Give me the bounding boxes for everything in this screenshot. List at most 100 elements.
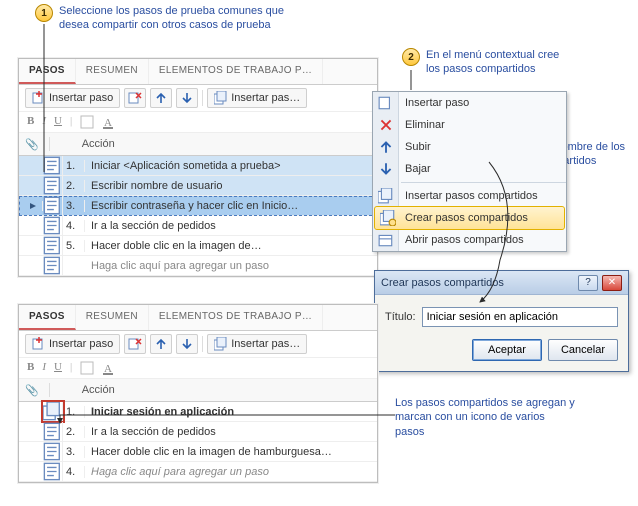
move-down-button[interactable] <box>176 334 198 354</box>
create-shared-icon <box>380 210 396 226</box>
underline-button[interactable]: U <box>54 115 62 129</box>
arrow-up-icon <box>154 91 168 105</box>
tab-summary[interactable]: RESUMEN <box>76 305 149 330</box>
callout-badge-1: 1 <box>35 4 53 22</box>
delete-step-button[interactable] <box>124 88 146 108</box>
tab-steps[interactable]: PASOS <box>19 59 76 84</box>
italic-button[interactable]: I <box>42 115 46 129</box>
ctx-create-shared-label: Crear pasos compartidos <box>405 212 528 224</box>
dialog-close-button[interactable]: ✕ <box>602 275 622 291</box>
dialog-title-label: Título: <box>385 311 416 323</box>
column-action: Acción <box>82 138 115 150</box>
ctx-move-up[interactable]: Subir <box>373 136 566 158</box>
ctx-insert-shared[interactable]: Insertar pasos compartidos <box>373 185 566 207</box>
list-header: 📎 Acción <box>19 379 377 402</box>
insert-shared-button[interactable]: Insertar pas… <box>207 334 307 354</box>
italic-button[interactable]: I <box>42 361 46 375</box>
bold-button[interactable]: B <box>27 361 34 375</box>
open-shared-icon <box>378 232 394 248</box>
move-up-button[interactable] <box>150 334 172 354</box>
insert-shared-label: Insertar pas… <box>231 92 300 104</box>
toolbar: Insertar paso Insertar pas… <box>19 331 377 358</box>
tab-workitems[interactable]: ELEMENTOS DE TRABAJO P… <box>149 305 323 330</box>
shared-steps-icon <box>378 188 394 204</box>
font-color-icon[interactable]: A <box>102 361 116 375</box>
underline-button[interactable]: U <box>54 361 62 375</box>
delete-icon <box>128 337 142 351</box>
insert-step-button[interactable]: Insertar paso <box>25 88 120 108</box>
tab-summary[interactable]: RESUMEN <box>76 59 149 84</box>
dialog-ok-button[interactable]: Aceptar <box>472 339 542 361</box>
dialog-titlebar: Crear pasos compartidos ? ✕ <box>375 271 628 295</box>
step-row[interactable]: 3.Hacer doble clic en la imagen de hambu… <box>19 442 377 462</box>
insert-step-icon <box>378 95 394 111</box>
tab-workitems[interactable]: ELEMENTOS DE TRABAJO P… <box>149 59 323 84</box>
step-row[interactable]: 5.Hacer doble clic en la imagen de… <box>19 236 377 256</box>
delete-step-button[interactable] <box>124 334 146 354</box>
step-number: 1. <box>63 160 85 172</box>
step-icon <box>43 422 63 441</box>
step-action-text: Iniciar <Aplicación sometida a prueba> <box>85 160 377 172</box>
ctx-delete[interactable]: Eliminar <box>373 114 566 136</box>
attach-icon: 📎 <box>25 384 39 397</box>
step-icon <box>43 442 63 461</box>
step-number: 4. <box>63 466 85 478</box>
ctx-separator <box>401 182 566 183</box>
tabs: PASOS RESUMEN ELEMENTOS DE TRABAJO P… <box>19 59 377 85</box>
move-down-button[interactable] <box>176 88 198 108</box>
steps-list: 1.Iniciar <Aplicación sometida a prueba>… <box>19 156 377 276</box>
dialog-title-input[interactable] <box>422 307 618 327</box>
step-row[interactable]: 3.Escribir contraseña y hacer clic en In… <box>19 196 377 216</box>
step-number: 4. <box>63 220 85 232</box>
step-action-text: Hacer doble clic en la imagen de… <box>85 240 377 252</box>
step-row[interactable]: 2.Escribir nombre de usuario <box>19 176 377 196</box>
ctx-create-shared[interactable]: Crear pasos compartidos <box>375 207 564 229</box>
ctx-open-shared-label: Abrir pasos compartidos <box>405 234 524 246</box>
step-action-text: Haga clic aquí para agregar un paso <box>85 260 377 272</box>
step-row[interactable]: Haga clic aquí para agregar un paso <box>19 256 377 276</box>
insert-step-icon <box>32 91 46 105</box>
clear-format-icon[interactable] <box>80 361 94 375</box>
tab-steps[interactable]: PASOS <box>19 305 76 330</box>
move-up-button[interactable] <box>150 88 172 108</box>
step-row[interactable]: 4.Ir a la sección de pedidos <box>19 216 377 236</box>
shared-steps-icon <box>214 91 228 105</box>
ctx-insert-step[interactable]: Insertar paso <box>373 92 566 114</box>
dialog-help-button[interactable]: ? <box>578 275 598 291</box>
step-action-text: Escribir nombre de usuario <box>85 180 377 192</box>
ctx-move-down[interactable]: Bajar <box>373 158 566 180</box>
font-color-icon[interactable]: A <box>102 115 116 129</box>
callout-1: 1 Seleccione los pasos de prueba comunes… <box>35 4 295 33</box>
step-number: 1. <box>63 406 85 418</box>
dialog-title: Crear pasos compartidos <box>381 277 504 289</box>
step-row[interactable]: 1.Iniciar sesión en aplicación <box>19 402 377 422</box>
step-row[interactable]: 1.Iniciar <Aplicación sometida a prueba> <box>19 156 377 176</box>
shared-steps-icon <box>214 337 228 351</box>
bold-button[interactable]: B <box>27 115 34 129</box>
insert-step-button[interactable]: Insertar paso <box>25 334 120 354</box>
step-icon <box>43 462 63 481</box>
steps-panel-after: PASOS RESUMEN ELEMENTOS DE TRABAJO P… In… <box>18 304 378 483</box>
insert-shared-button[interactable]: Insertar pas… <box>207 88 307 108</box>
step-icon <box>43 216 63 235</box>
step-number: 3. <box>63 200 85 212</box>
insert-step-label: Insertar paso <box>49 338 113 350</box>
step-action-text: Hacer doble clic en la imagen de hamburg… <box>85 446 377 458</box>
ctx-open-shared[interactable]: Abrir pasos compartidos <box>373 229 566 251</box>
steps-list: 1.Iniciar sesión en aplicación2.Ir a la … <box>19 402 377 482</box>
dialog-cancel-button[interactable]: Cancelar <box>548 339 618 361</box>
callout-text-4: Los pasos compartidos se agregan y marca… <box>395 396 575 439</box>
ctx-insert-step-label: Insertar paso <box>405 97 469 109</box>
ctx-up-label: Subir <box>405 141 431 153</box>
list-header: 📎 Acción <box>19 133 377 156</box>
delete-icon <box>128 91 142 105</box>
arrow-down-icon <box>180 337 194 351</box>
clear-format-icon[interactable] <box>80 115 94 129</box>
step-row[interactable]: 4.Haga clic aquí para agregar un paso <box>19 462 377 482</box>
step-row[interactable]: 2.Ir a la sección de pedidos <box>19 422 377 442</box>
callout-4: Los pasos compartidos se agregan y marca… <box>395 396 575 439</box>
step-icon <box>43 236 63 255</box>
format-bar: B I U | A <box>19 358 377 379</box>
row-selector-icon <box>23 201 43 211</box>
attach-icon: 📎 <box>25 138 39 151</box>
